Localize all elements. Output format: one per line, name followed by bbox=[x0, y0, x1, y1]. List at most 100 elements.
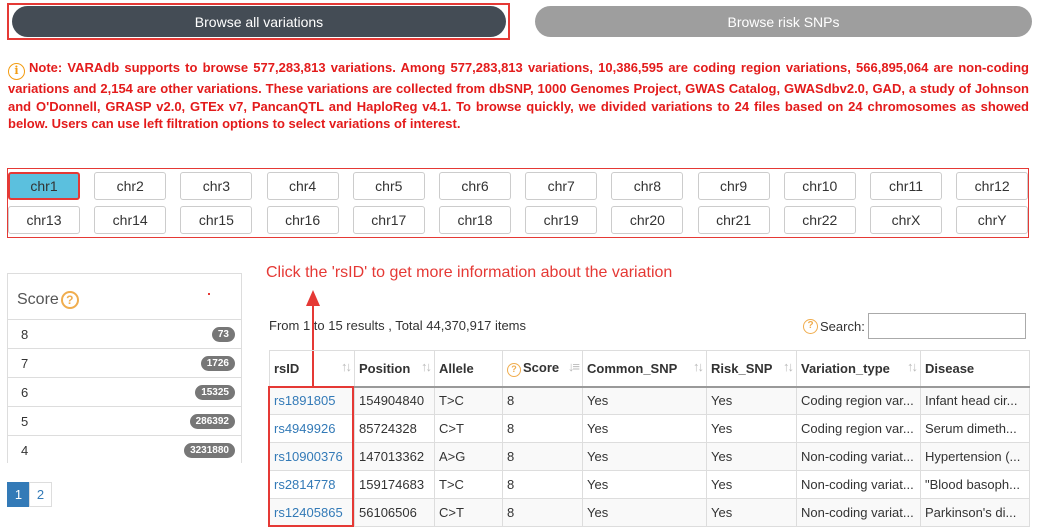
table-cell-allele: T>C bbox=[434, 470, 503, 499]
chromosome-button-chr2[interactable]: chr2 bbox=[94, 172, 167, 200]
variations-table: rsID ↑↓ Position ↑↓ Allele? Score ↓≡ Common_SNP… bbox=[269, 350, 1030, 527]
sort-icon[interactable]: ↑↓ bbox=[783, 359, 794, 374]
table-cell-disease: Hypertension (... bbox=[920, 442, 1030, 471]
score-value: 4 bbox=[21, 442, 29, 458]
chromosome-button-chr18[interactable]: chr18 bbox=[439, 206, 511, 234]
table-cell-score: 8 bbox=[502, 442, 583, 471]
chromosome-button-chr11[interactable]: chr11 bbox=[870, 172, 942, 200]
chromosome-button-chr9[interactable]: chr9 bbox=[697, 172, 770, 200]
chromosome-button-chr3[interactable]: chr3 bbox=[180, 172, 253, 200]
chromosome-button-chrX[interactable]: chrX bbox=[870, 206, 942, 234]
score-value: 5 bbox=[21, 413, 29, 429]
chromosome-button-chrY[interactable]: chrY bbox=[956, 206, 1029, 234]
sort-icon[interactable]: ↑↓ bbox=[341, 359, 352, 374]
table-cell-variation-type: Non-coding variat... bbox=[796, 442, 921, 471]
table-cell-disease: Parkinson's di... bbox=[920, 498, 1030, 527]
tab-browse-risk-snps[interactable]: Browse risk SNPs bbox=[535, 6, 1032, 37]
help-icon[interactable]: ? bbox=[803, 318, 818, 334]
score-filter-item[interactable]: 5 286392 bbox=[8, 406, 241, 435]
table-cell-position: 85724328 bbox=[354, 414, 435, 443]
column-header-label: Risk_SNP bbox=[711, 360, 773, 376]
score-value: 8 bbox=[21, 326, 29, 342]
help-icon[interactable]: ? bbox=[507, 362, 521, 377]
chromosome-button-chr1[interactable]: chr1 bbox=[8, 172, 80, 200]
table-cell-variation-type: Non-coding variat... bbox=[796, 498, 921, 527]
chromosome-button-chr7[interactable]: chr7 bbox=[525, 172, 598, 200]
chromosome-selector: chr1 chr2 chr3 chr4 chr5 chr6 chr7 chr8 chr9 chr1… bbox=[7, 168, 1029, 238]
sort-icon[interactable]: ↑↓ bbox=[421, 359, 432, 374]
chromosome-button-chr19[interactable]: chr19 bbox=[525, 206, 598, 234]
rsid-link[interactable]: rs4949926 bbox=[269, 414, 355, 443]
chromosome-button-chr6[interactable]: chr6 bbox=[439, 172, 511, 200]
column-header-score[interactable]: ? Score ↓≡ bbox=[502, 350, 583, 388]
table-cell-allele: T>C bbox=[434, 386, 503, 415]
rsid-link[interactable]: rs10900376 bbox=[269, 442, 355, 471]
table-cell-risk-snp: Yes bbox=[706, 414, 797, 443]
chromosome-button-chr15[interactable]: chr15 bbox=[180, 206, 253, 234]
chromosome-button-chr4[interactable]: chr4 bbox=[266, 172, 339, 200]
page-button-2[interactable]: 2 bbox=[29, 482, 52, 507]
search-input[interactable] bbox=[867, 313, 1026, 339]
chromosome-button-chr16[interactable]: chr16 bbox=[266, 206, 339, 234]
table-cell-variation-type: Non-coding variat... bbox=[796, 470, 921, 499]
count-badge: 3231880 bbox=[184, 442, 235, 458]
table-cell-score: 8 bbox=[502, 386, 583, 415]
chromosome-button-chr12[interactable]: chr12 bbox=[956, 172, 1029, 200]
table-cell-variation-type: Coding region var... bbox=[796, 386, 921, 415]
page-button-1[interactable]: 1 bbox=[7, 482, 30, 507]
count-badge: 286392 bbox=[189, 413, 235, 429]
table-cell-common-snp: Yes bbox=[582, 498, 707, 527]
column-header-position[interactable]: Position ↑↓ bbox=[354, 350, 435, 388]
column-header-disease[interactable]: Disease bbox=[920, 350, 1030, 388]
score-filter-item[interactable]: 6 15325 bbox=[8, 377, 241, 406]
count-badge: 15325 bbox=[195, 384, 235, 400]
column-header-rsid[interactable]: rsID ↑↓ bbox=[269, 350, 355, 388]
help-icon[interactable]: ? bbox=[60, 291, 79, 309]
score-filter-item[interactable]: 7 1726 bbox=[8, 348, 241, 377]
column-header-label: Common_SNP bbox=[587, 360, 678, 376]
sort-icon[interactable]: ↓≡ bbox=[568, 359, 580, 374]
score-filter-item[interactable]: 4 3231880 bbox=[8, 435, 241, 464]
count-badge: 1726 bbox=[200, 355, 235, 371]
column-header-common-snp[interactable]: Common_SNP ↑↓ bbox=[582, 350, 707, 388]
score-value: 7 bbox=[21, 355, 29, 371]
rsid-hint-text: Click the 'rsID' to get more information… bbox=[266, 264, 673, 281]
table-row: rs12405865 56106506 C>T 8 Yes Yes Non-coding v… bbox=[269, 498, 1030, 527]
table-cell-risk-snp: Yes bbox=[706, 470, 797, 499]
column-header-label: Allele bbox=[439, 360, 474, 376]
table-cell-risk-snp: Yes bbox=[706, 442, 797, 471]
chromosome-button-chr14[interactable]: chr14 bbox=[94, 206, 167, 234]
table-cell-position: 56106506 bbox=[354, 498, 435, 527]
tab-browse-all-variations[interactable]: Browse all variations bbox=[12, 6, 506, 37]
rsid-link[interactable]: rs2814778 bbox=[269, 470, 355, 499]
chromosome-button-chr5[interactable]: chr5 bbox=[352, 172, 425, 200]
chromosome-button-chr13[interactable]: chr13 bbox=[8, 206, 80, 234]
chromosome-button-chr20[interactable]: chr20 bbox=[611, 206, 684, 234]
column-header-variation-type[interactable]: Variation_type ↑↓ bbox=[796, 350, 921, 388]
chromosome-button-chr8[interactable]: chr8 bbox=[611, 172, 684, 200]
table-row: rs1891805 154904840 T>C 8 Yes Yes Coding regio… bbox=[269, 386, 1030, 415]
table-cell-score: 8 bbox=[502, 414, 583, 443]
rsid-link[interactable]: rs12405865 bbox=[269, 498, 355, 527]
info-icon: i bbox=[8, 63, 25, 80]
chromosome-button-chr17[interactable]: chr17 bbox=[352, 206, 425, 234]
table-cell-allele: A>G bbox=[434, 442, 503, 471]
chromosome-button-chr22[interactable]: chr22 bbox=[783, 206, 856, 234]
chromosome-button-chr21[interactable]: chr21 bbox=[697, 206, 770, 234]
score-filter-item[interactable]: 8 73 bbox=[8, 319, 241, 348]
column-header-risk-snp[interactable]: Risk_SNP ↑↓ bbox=[706, 350, 797, 388]
table-cell-position: 154904840 bbox=[354, 386, 435, 415]
score-pagination: 12 bbox=[7, 482, 52, 507]
table-cell-position: 159174683 bbox=[354, 470, 435, 499]
result-count-info: From 1 to 15 results , Total 44,370,917 … bbox=[269, 318, 527, 333]
table-cell-score: 8 bbox=[502, 498, 583, 527]
column-header-label: Variation_type bbox=[801, 360, 890, 376]
chromosome-button-chr10[interactable]: chr10 bbox=[783, 172, 856, 200]
table-cell-allele: C>T bbox=[434, 498, 503, 527]
rsid-link[interactable]: rs1891805 bbox=[269, 386, 355, 415]
sort-icon[interactable]: ↑↓ bbox=[693, 359, 704, 374]
column-header-allele[interactable]: Allele bbox=[434, 350, 503, 388]
sort-icon[interactable]: ↑↓ bbox=[907, 359, 918, 374]
table-cell-variation-type: Coding region var... bbox=[796, 414, 921, 443]
column-header-label: rsID bbox=[274, 360, 300, 376]
